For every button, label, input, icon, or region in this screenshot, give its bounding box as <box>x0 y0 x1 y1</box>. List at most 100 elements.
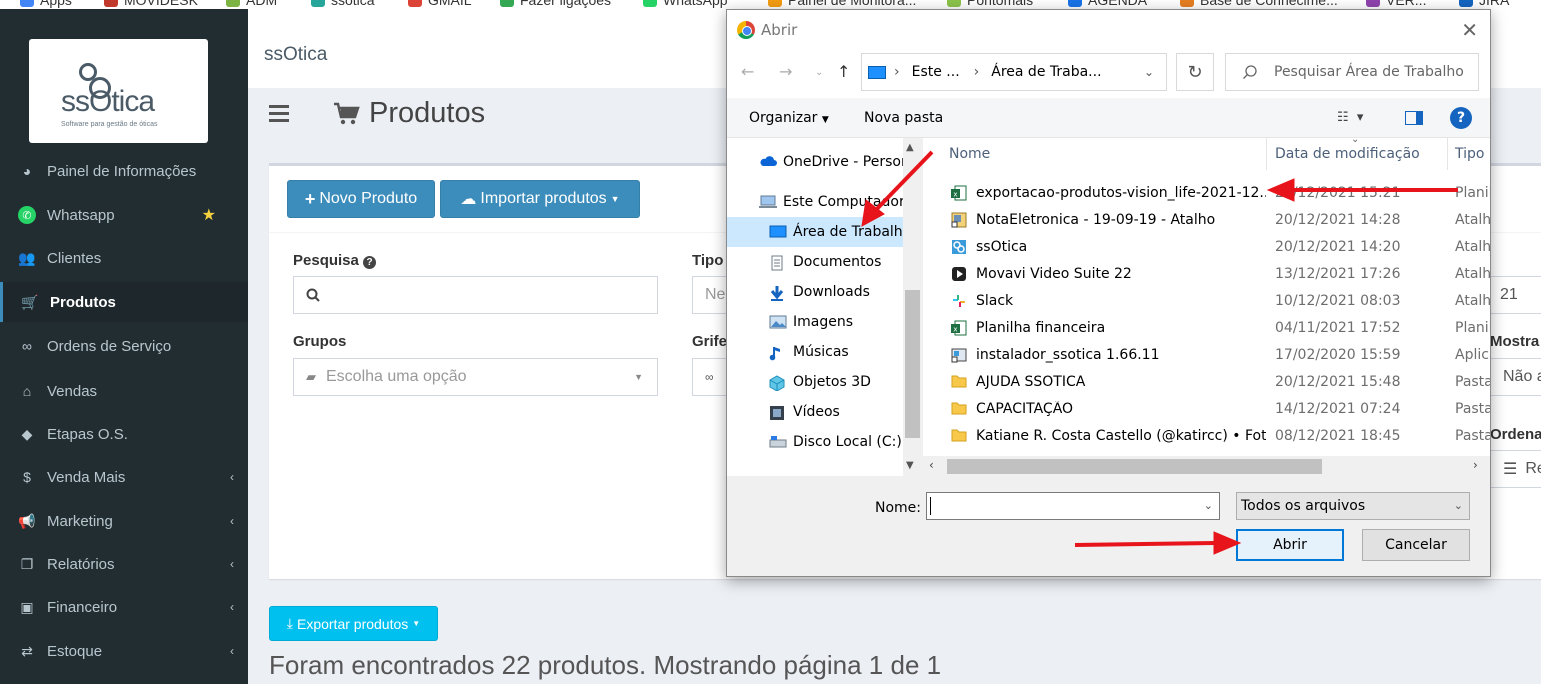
recent-chevron-icon[interactable]: ⌄ <box>815 67 823 78</box>
file-row[interactable]: CAPACITAÇÃO 14/12/2021 07:24 Pasta <box>923 395 1490 422</box>
sidebar-item-whatsapp[interactable]: ✆ Whatsapp ★ <box>0 195 248 235</box>
export-products-button[interactable]: ⤓ Exportar produtos ▼ <box>269 606 438 641</box>
file-date: 17/02/2020 15:59 <box>1275 346 1401 363</box>
chevron-down-icon[interactable]: ⌄ <box>1144 65 1154 79</box>
bookmark-item[interactable]: Painel de Monitora... <box>768 0 916 8</box>
bookmark-item[interactable]: Apps <box>20 0 72 8</box>
organize-button[interactable]: Organizar ▼ <box>749 110 829 126</box>
bookmark-item[interactable]: Fazer ligações <box>500 0 611 8</box>
menu-toggle-icon[interactable] <box>269 105 289 122</box>
bookmark-item[interactable]: JIRA <box>1459 0 1509 8</box>
tree-scrollbar[interactable]: ▲ ▼ <box>903 138 922 476</box>
column-name[interactable]: Nome <box>949 146 990 162</box>
bookmark-icon <box>500 0 514 7</box>
cancel-button[interactable]: Cancelar <box>1362 529 1470 561</box>
bookmark-item[interactable]: Pontomais <box>947 0 1033 8</box>
tree-item-documentos[interactable]: Documentos <box>727 247 903 277</box>
peek-order-select[interactable]: ☰Re <box>1490 450 1541 488</box>
preview-pane-icon[interactable] <box>1405 111 1423 125</box>
filename-input[interactable]: ⌄ <box>926 492 1220 520</box>
chevron-down-icon[interactable]: ⌄ <box>1204 499 1213 512</box>
tree-item-objetos-3d[interactable]: Objetos 3D <box>727 367 903 397</box>
back-arrow-icon[interactable]: ← <box>741 62 754 81</box>
file-type: Aplica <box>1455 346 1490 363</box>
bookmark-item[interactable]: AGENDA <box>1068 0 1147 8</box>
scroll-down-icon[interactable]: ▼ <box>906 460 914 471</box>
file-row[interactable]: Katiane R. Costa Castello (@katircc) • F… <box>923 422 1490 449</box>
header-logo[interactable]: ssOtica <box>264 44 327 66</box>
new-product-button[interactable]: + Novo Produto <box>287 180 435 218</box>
bookmark-item[interactable]: VER... <box>1366 0 1426 8</box>
sidebar-item-produtos[interactable]: 🛒 Produtos <box>0 282 248 322</box>
column-date[interactable]: Data de modificação <box>1275 146 1420 162</box>
bookmark-item[interactable]: WhatsApp <box>643 0 728 8</box>
tree-item-disco-local-c-[interactable]: Disco Local (C:) <box>727 427 903 457</box>
sidebar-item-painel-de-informa-es[interactable]: ◕ Painel de Informações <box>0 151 248 191</box>
peek-input[interactable]: 21 <box>1488 276 1541 314</box>
file-row[interactable]: Slack 10/12/2021 08:03 Atalh <box>923 287 1490 314</box>
open-button[interactable]: Abrir <box>1236 529 1344 561</box>
sidebar-item-ordens-de-servi-o[interactable]: ∞ Ordens de Serviço <box>0 326 248 366</box>
file-row[interactable]: x Planilha financeira 04/11/2021 17:52 Plan… <box>923 314 1490 341</box>
logo[interactable]: ssOtica Software para gestão de óticas <box>29 39 208 143</box>
search-input[interactable] <box>293 276 658 314</box>
bookmark-item[interactable]: GMAIL <box>408 0 472 8</box>
file-row[interactable]: NotaEletronica - 19-09-19 - Atalho 20/12/… <box>923 206 1490 233</box>
sidebar-item-estoque[interactable]: ⇄ Estoque ‹ <box>0 631 248 671</box>
sidebar-item-etapas-o-s-[interactable]: ◆ Etapas O.S. <box>0 414 248 454</box>
tree-item-este-computador[interactable]: Este Computador <box>727 187 903 217</box>
scroll-thumb[interactable] <box>905 290 920 438</box>
tree-item-onedrive-person[interactable]: OneDrive - Person <box>727 147 903 177</box>
sidebar-item-clientes[interactable]: 👥 Clientes <box>0 238 248 278</box>
file-row[interactable]: ssOtica 20/12/2021 14:20 Atalh <box>923 233 1490 260</box>
new-folder-button[interactable]: Nova pasta <box>864 110 943 126</box>
scroll-right-icon[interactable]: › <box>1473 458 1478 472</box>
groups-select[interactable]: ▰ Escolha uma opção ▼ <box>293 358 658 396</box>
bookmark-item[interactable]: ADM <box>226 0 277 8</box>
view-options-icon[interactable]: ☷ ▾ <box>1337 110 1363 125</box>
sidebar-item-relat-rios[interactable]: ❐ Relatórios ‹ <box>0 544 248 584</box>
refresh-icon[interactable]: ↻ <box>1176 53 1214 91</box>
bookmarks-bar: Apps MOVIDESK ADM ssotica GMAIL Fazer ligaçõe… <box>0 0 1541 9</box>
horizontal-scrollbar[interactable]: ‹ › <box>923 456 1490 476</box>
scroll-left-icon[interactable]: ‹ <box>929 458 934 472</box>
peek-select[interactable]: Não a <box>1490 358 1541 396</box>
file-date: 20/12/2021 15:21 <box>1275 184 1401 201</box>
sidebar-item-vendas[interactable]: ⌂ Vendas <box>0 371 248 411</box>
breadcrumb-item[interactable]: Área de Traba... <box>991 64 1101 80</box>
bookmark-item[interactable]: ssotica <box>311 0 375 8</box>
file-type-select[interactable]: Todos os arquivos ⌄ <box>1236 492 1470 520</box>
dialog-toolbar: Organizar ▼ Nova pasta ☷ ▾ ? <box>727 98 1490 138</box>
up-arrow-icon[interactable]: ↑ <box>837 62 850 81</box>
file-row[interactable]: x exportacao-produtos-vision_life-2021-12… <box>923 179 1490 206</box>
scroll-up-icon[interactable]: ▲ <box>906 142 914 153</box>
tree-item-downloads[interactable]: Downloads <box>727 277 903 307</box>
scroll-thumb[interactable] <box>947 459 1322 474</box>
bookmark-item[interactable]: Base de Conhecime... <box>1180 0 1338 8</box>
import-products-button[interactable]: ☁ Importar produtos ▼ <box>440 180 640 218</box>
sidebar-item-marketing[interactable]: 📢 Marketing ‹ <box>0 501 248 541</box>
documents-icon <box>769 255 785 271</box>
sidebar-item-venda-mais[interactable]: $ Venda Mais ‹ <box>0 457 248 497</box>
file-row[interactable]: instalador_ssotica 1.66.11 17/02/2020 15:… <box>923 341 1490 368</box>
chevron-down-icon: ⌄ <box>1453 499 1463 512</box>
tree-item-imagens[interactable]: Imagens <box>727 307 903 337</box>
cloud-icon <box>759 155 777 169</box>
bookmark-icon <box>1068 0 1082 7</box>
forward-arrow-icon[interactable]: → <box>779 62 792 81</box>
tree-item-v-deos[interactable]: Vídeos <box>727 397 903 427</box>
tree-item--rea-de-trabalho[interactable]: Área de Trabalho <box>727 217 903 247</box>
help-icon[interactable]: ? <box>1450 107 1472 129</box>
breadcrumb-item[interactable]: Este ... <box>912 64 960 80</box>
file-row[interactable]: AJUDA SSOTICA 20/12/2021 15:48 Pasta <box>923 368 1490 395</box>
tree-item-m-sicas[interactable]: Músicas <box>727 337 903 367</box>
close-icon[interactable]: ✕ <box>1461 18 1478 42</box>
text-caret <box>930 497 931 515</box>
address-bar[interactable]: › Este ... › Área de Traba... ⌄ <box>861 53 1167 91</box>
sidebar-item-financeiro[interactable]: ▣ Financeiro ‹ <box>0 587 248 627</box>
search-box[interactable]: Pesquisar Área de Trabalho <box>1225 53 1479 91</box>
bookmark-item[interactable]: MOVIDESK <box>104 0 198 8</box>
file-row[interactable]: Movavi Video Suite 22 13/12/2021 17:26 Ata… <box>923 260 1490 287</box>
column-type[interactable]: Tipo <box>1455 146 1484 162</box>
cart-icon <box>334 102 360 124</box>
